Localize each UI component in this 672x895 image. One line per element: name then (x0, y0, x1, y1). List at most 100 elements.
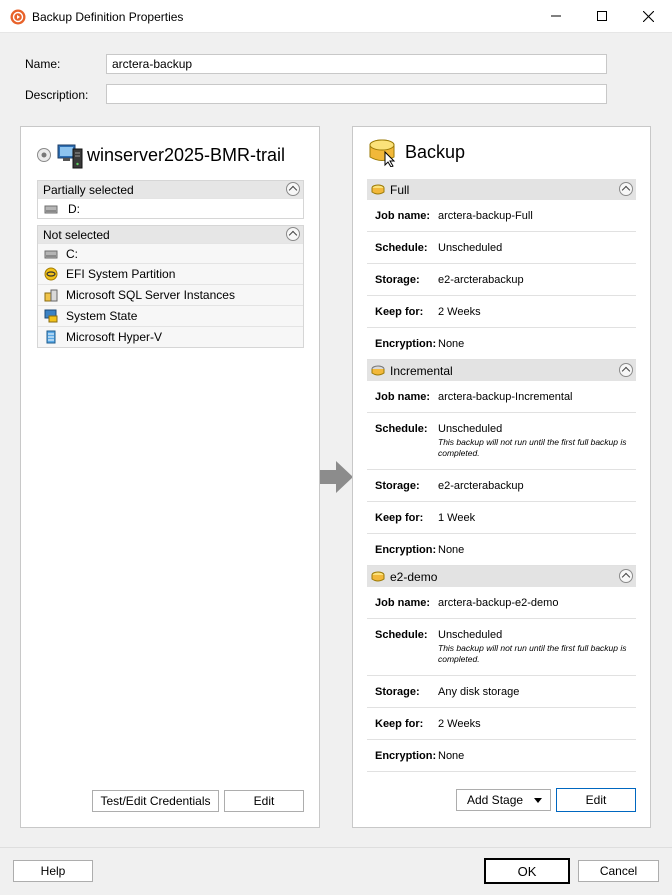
partially-selected-group: Partially selected D: (37, 180, 304, 219)
stage-row: Storage: Any disk storage (367, 676, 636, 708)
row-value: None (438, 750, 465, 762)
test-edit-credentials-button[interactable]: Test/Edit Credentials (92, 790, 219, 812)
row-value: e2-arcterabackup (438, 274, 524, 286)
item-label: Microsoft Hyper-V (66, 330, 163, 344)
stage-row: Job name: arctera-backup-Full (367, 200, 636, 232)
row-value: 2 Weeks (438, 718, 481, 730)
name-label: Name: (25, 57, 61, 71)
row-key: Keep for: (375, 718, 424, 730)
stage-header-incremental[interactable]: Incremental (367, 360, 636, 381)
item-label: C: (66, 246, 78, 261)
row-key: Storage: (375, 480, 420, 492)
backup-icon (369, 139, 396, 167)
list-item-c-drive[interactable]: C: (38, 243, 303, 263)
item-label: EFI System Partition (66, 267, 176, 281)
maximize-button[interactable] (579, 0, 625, 32)
row-key: Encryption: (375, 750, 437, 762)
row-value: Any disk storage (438, 686, 520, 698)
stage-icon (371, 184, 385, 194)
row-value: 2 Weeks (438, 306, 481, 318)
ok-button[interactable]: OK (484, 858, 570, 884)
stages-list: Full Job name: arctera-backup-Full Schedu… (367, 179, 636, 772)
arrow-right-icon (320, 461, 353, 493)
minimize-button[interactable] (533, 0, 579, 32)
row-key: Storage: (375, 274, 420, 286)
row-value: Unscheduled (438, 629, 503, 641)
list-item-d-drive[interactable]: D: (38, 198, 303, 218)
stage-header-e2-demo[interactable]: e2-demo (367, 566, 636, 587)
stage-row: Encryption: None (367, 534, 636, 566)
row-value: None (438, 544, 465, 556)
row-key: Schedule: (375, 242, 428, 254)
close-icon (642, 10, 654, 22)
description-label: Description: (25, 88, 89, 102)
backup-panel: Backup Full Job name: arctera-backup-Full… (352, 126, 651, 828)
row-key: Storage: (375, 686, 420, 698)
stage-name: Incremental (390, 363, 453, 378)
collapse-icon[interactable] (619, 182, 633, 196)
group-title: Not selected (43, 228, 110, 242)
row-key: Job name: (375, 210, 431, 222)
dialog-footer (0, 847, 672, 895)
list-item-efi[interactable]: EFI System Partition (38, 263, 303, 284)
stage-row: Job name: arctera-backup-e2-demo (367, 587, 636, 619)
description-input[interactable] (106, 84, 607, 104)
row-value-group: Unscheduled This backup will not run unti… (438, 423, 636, 459)
stage-row: Keep for: 2 Weeks (367, 708, 636, 740)
hyperv-icon (46, 330, 56, 344)
list-item-sql-server[interactable]: Microsoft SQL Server Instances (38, 284, 303, 305)
drive-icon (44, 205, 58, 213)
item-label: Microsoft SQL Server Instances (66, 288, 235, 302)
name-input[interactable] (106, 54, 607, 74)
efi-icon (44, 267, 58, 281)
minimize-icon (551, 15, 561, 17)
collapse-icon[interactable] (619, 569, 633, 583)
title-bar: Backup Definition Properties (0, 0, 672, 33)
stage-name: Full (390, 182, 410, 197)
row-key: Schedule: (375, 423, 428, 435)
add-stage-button[interactable]: Add Stage (456, 789, 551, 811)
stage-row: Schedule: Unscheduled This backup will not… (367, 619, 636, 676)
row-value: e2-arcterabackup (438, 480, 524, 492)
row-value: None (438, 338, 465, 350)
collapse-icon[interactable] (619, 363, 633, 377)
cancel-button[interactable]: Cancel (578, 860, 659, 882)
drive-icon (44, 250, 58, 258)
stage-row: Storage: e2-arcterabackup (367, 470, 636, 502)
stage-row: Keep for: 2 Weeks (367, 296, 636, 328)
collapse-icon[interactable] (286, 227, 300, 241)
system-state-icon (44, 309, 58, 323)
stage-row: Storage: e2-arcterabackup (367, 264, 636, 296)
app-icon (10, 9, 26, 25)
list-item-system-state[interactable]: System State (38, 305, 303, 326)
stage-row: Encryption: None (367, 740, 636, 772)
row-key: Encryption: (375, 544, 437, 556)
row-key: Keep for: (375, 306, 424, 318)
row-value: 1 Week (438, 512, 476, 524)
edit-backup-button[interactable]: Edit (556, 788, 636, 812)
expand-icon[interactable] (37, 148, 51, 162)
list-item-hyperv[interactable]: Microsoft Hyper-V (38, 326, 303, 347)
collapse-icon[interactable] (286, 182, 300, 196)
item-label: D: (68, 201, 80, 216)
stage-icon (371, 365, 385, 375)
group-header: Partially selected (38, 181, 303, 198)
stage-row: Schedule: Unscheduled This backup will not… (367, 413, 636, 470)
selection-panel: winserver2025-BMR-trail Partially select… (20, 126, 320, 828)
row-value: arctera-backup-Incremental (438, 391, 573, 403)
server-icon (57, 144, 83, 169)
host-header: winserver2025-BMR-trail (37, 139, 285, 171)
stage-name: e2-demo (390, 569, 438, 584)
row-value: Unscheduled (438, 242, 503, 254)
add-stage-label: Add Stage (467, 793, 524, 807)
sql-server-icon (44, 289, 58, 302)
stage-icon (371, 571, 385, 581)
row-key: Schedule: (375, 629, 428, 641)
window-title: Backup Definition Properties (32, 10, 184, 24)
close-button[interactable] (625, 0, 671, 32)
stage-header-full[interactable]: Full (367, 179, 636, 200)
maximize-icon (597, 11, 607, 21)
stage-row: Keep for: 1 Week (367, 502, 636, 534)
edit-selection-button[interactable]: Edit (224, 790, 304, 812)
help-button[interactable]: Help (13, 860, 93, 882)
